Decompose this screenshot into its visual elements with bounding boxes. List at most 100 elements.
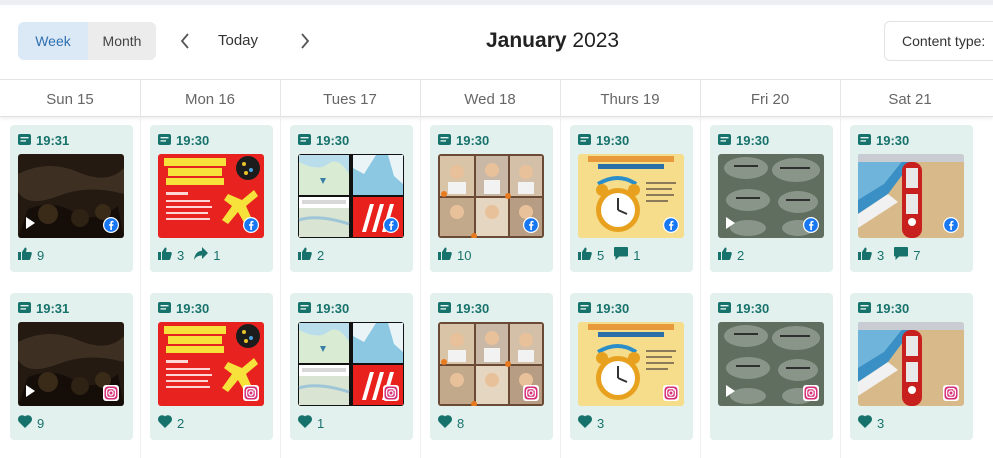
post-time: 19:30 [578,132,629,148]
post-icon [158,301,176,316]
facebook-icon [663,217,679,233]
post-thumbnail[interactable] [158,322,264,406]
engagement-stat: 9 [18,415,44,431]
post-thumbnail[interactable] [298,154,404,238]
engagement-count: 1 [317,415,325,431]
comment-icon [614,247,633,263]
content-type-label: Content type: [902,33,986,49]
engagement-stats: 3 [578,415,614,431]
day-header-5: Fri 20 [750,90,790,108]
column-divider [840,80,841,118]
post-card-facebook[interactable]: 19:30 5 1 [570,125,693,272]
top-strip [0,0,993,5]
post-time-text: 19:30 [176,300,210,316]
thumbs-up-icon [718,247,737,263]
facebook-icon [803,217,819,233]
engagement-count: 3 [597,415,605,431]
post-time-text: 19:30 [316,300,350,316]
title-month: January [486,29,567,52]
heart-icon [578,415,597,431]
post-thumbnail[interactable] [298,322,404,406]
post-time-text: 19:30 [316,132,350,148]
calendar-title: January 2023 [486,29,619,53]
post-thumbnail[interactable] [718,154,824,238]
thumbs-up-icon [158,247,177,263]
post-thumbnail[interactable] [158,154,264,238]
post-card-instagram[interactable]: 19:30 1 [290,293,413,440]
day-header-2: Tues 17 [323,90,377,108]
instagram-icon [523,385,539,401]
engagement-count: 7 [913,247,921,263]
post-thumbnail[interactable] [718,322,824,406]
post-thumbnail[interactable] [858,322,964,406]
thumbs-up-icon [438,247,457,263]
today-button[interactable]: Today [218,32,258,49]
post-card-instagram[interactable]: 19:30 [710,293,833,440]
post-icon [18,301,36,316]
thumbs-up-icon [298,247,317,263]
post-card-instagram[interactable]: 19:30 8 [430,293,553,440]
post-thumbnail[interactable] [18,154,124,238]
post-card-instagram[interactable]: 19:30 3 [850,293,973,440]
post-time: 19:30 [858,132,909,148]
engagement-count: 2 [737,247,745,263]
post-time-text: 19:30 [736,132,770,148]
facebook-icon [523,217,539,233]
heart-icon [18,415,37,431]
engagement-stats: 37 [858,247,930,263]
engagement-count: 8 [457,415,465,431]
column-divider [140,80,141,118]
engagement-stats: 2 [718,247,754,263]
column-divider [280,80,281,118]
post-icon [298,301,316,316]
engagement-stat: 2 [158,415,184,431]
engagement-stats: 2 [158,415,194,431]
post-time: 19:30 [718,300,769,316]
month-view-button[interactable]: Month [88,22,156,60]
engagement-stats: 8 [438,415,474,431]
post-card-instagram[interactable]: 19:30 3 [570,293,693,440]
engagement-stat: 1 [614,247,640,263]
week-view-button[interactable]: Week [18,22,88,60]
facebook-icon [383,217,399,233]
instagram-icon [663,385,679,401]
thumbs-up-icon [578,247,597,263]
post-card-instagram[interactable]: 19:30 2 [150,293,273,440]
day-header-1: Mon 16 [184,90,236,108]
post-thumbnail[interactable] [578,322,684,406]
post-icon [18,133,36,148]
post-thumbnail[interactable] [438,322,544,406]
post-thumbnail[interactable] [858,154,964,238]
engagement-stats: 2 [298,247,334,263]
post-card-facebook[interactable]: 19:30 2 [290,125,413,272]
engagement-count: 1 [213,247,221,263]
post-card-instagram[interactable]: 19:31 9 [10,293,133,440]
engagement-count: 5 [597,247,605,263]
chevron-left-icon[interactable] [175,30,195,52]
content-type-dropdown[interactable]: Content type: [884,21,993,61]
post-thumbnail[interactable] [438,154,544,238]
post-time: 19:31 [18,132,69,148]
engagement-stats: 51 [578,247,650,263]
heart-icon [158,415,177,431]
engagement-stat: 1 [298,415,324,431]
post-card-facebook[interactable]: 19:31 9 [10,125,133,272]
post-card-facebook[interactable]: 19:30 10 [430,125,553,272]
day-header-6: Sat 21 [888,90,932,108]
post-thumbnail[interactable] [578,154,684,238]
facebook-icon [243,217,259,233]
post-icon [158,133,176,148]
engagement-count: 1 [633,247,641,263]
day-header-0: Sun 15 [46,90,94,108]
thumbs-up-icon [858,247,877,263]
post-card-facebook[interactable]: 19:30 3 1 [150,125,273,272]
view-toggle: Week Month [18,22,156,60]
chevron-right-icon[interactable] [295,30,315,52]
engagement-stat: 5 [578,247,604,263]
post-thumbnail[interactable] [18,322,124,406]
engagement-stat: 3 [858,247,884,263]
post-icon [578,133,596,148]
post-card-facebook[interactable]: 19:30 2 [710,125,833,272]
post-card-facebook[interactable]: 19:30 3 7 [850,125,973,272]
thumbs-up-icon [18,247,37,263]
